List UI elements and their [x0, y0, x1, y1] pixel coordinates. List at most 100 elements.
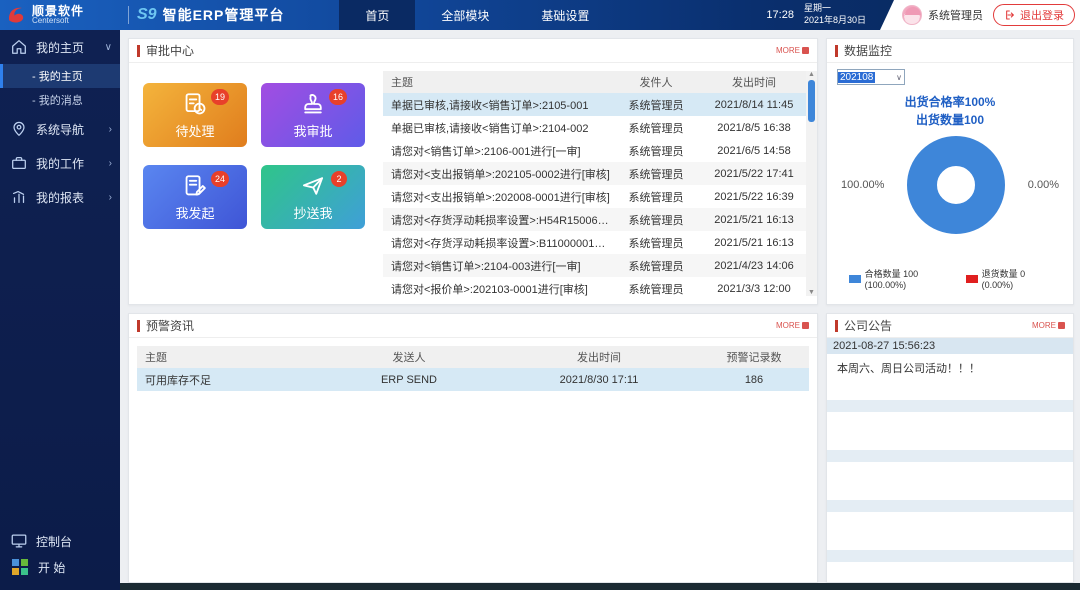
- row-time: 2021/8/5 16:38: [702, 122, 806, 134]
- scroll-down-icon[interactable]: ▼: [808, 289, 815, 296]
- tab-base-settings[interactable]: 基础设置: [515, 0, 615, 30]
- row-sender: 系统管理员: [610, 258, 702, 274]
- tile-initiated-by-me[interactable]: 24 我发起: [143, 165, 247, 229]
- tab-home[interactable]: 首页: [339, 0, 415, 30]
- header-accent: [835, 45, 838, 57]
- sidebar-subitem-label: - 我的主页: [32, 68, 83, 84]
- more-label: MORE: [776, 46, 800, 55]
- username: 系统管理员: [928, 7, 983, 23]
- notices-panel-title: 公司公告: [844, 317, 892, 334]
- sidebar-item-label: 我的工作: [36, 155, 84, 172]
- console-button[interactable]: 控制台: [0, 528, 120, 554]
- period-select[interactable]: 202108 ∨: [837, 69, 905, 85]
- tile-label: 待处理: [175, 121, 214, 140]
- weekday: 星期一: [804, 3, 866, 15]
- sidebar-subitem-my-messages[interactable]: - 我的消息: [0, 88, 120, 112]
- alerts-table-header: 主题 发送人 发出时间 预警记录数: [137, 346, 809, 368]
- col-subject: 主题: [137, 349, 319, 365]
- user-avatar[interactable]: [902, 5, 922, 25]
- centersoft-swirl-icon: [6, 4, 28, 26]
- chart-legend: 合格数量 100 (100.00%) 退货数量 0 (0.00%): [837, 267, 1063, 290]
- sidebar-subitem-label: - 我的消息: [32, 92, 83, 108]
- chevron-right-icon: ›: [109, 158, 112, 169]
- initiated-count-badge: 24: [211, 171, 229, 187]
- tile-pending[interactable]: 19 待处理: [143, 83, 247, 147]
- pass-rate-text: 出货合格率100%: [837, 93, 1063, 111]
- row-subject: 请您对<存货浮动耗损率设置>:B11000001进行[审核]: [383, 235, 610, 251]
- notices-more-link[interactable]: MORE: [1032, 321, 1065, 330]
- row-time: 2021/5/22 17:41: [702, 168, 806, 180]
- row-sender: 系统管理员: [610, 212, 702, 228]
- table-row[interactable]: 请您对<销售订单>:2104-003进行[一审] 系统管理员 2021/4/23…: [383, 254, 806, 277]
- header-accent: [137, 45, 140, 57]
- bottom-dark-strip: [120, 583, 1080, 590]
- approval-tiles: 19 待处理 16 我审批: [143, 83, 365, 296]
- row-subject: 请您对<报价单>:202103-0001进行[审核]: [383, 281, 610, 297]
- row-time: 2021/5/22 16:39: [702, 191, 806, 203]
- alerts-panel: 预警资讯 MORE 主题 发送人 发出时间 预警记录数 可用库存不足 ERP S…: [128, 313, 818, 583]
- tab-all-modules[interactable]: 全部模块: [415, 0, 515, 30]
- start-button[interactable]: 开 始: [0, 554, 120, 580]
- table-row[interactable]: 请您对<支出报销单>:202008-0001进行[审核] 系统管理员 2021/…: [383, 185, 806, 208]
- row-time: 2021/8/30 17:11: [499, 374, 699, 386]
- ship-qty-text: 出货数量100: [837, 111, 1063, 129]
- top-bar: 顺景软件 Centersoft S9 智能ERP管理平台 首页 全部模块 基础设…: [0, 0, 1080, 30]
- monitor-icon: [10, 532, 28, 550]
- row-sender: 系统管理员: [610, 166, 702, 182]
- more-label: MORE: [1032, 321, 1056, 330]
- row-sender: ERP SEND: [319, 374, 499, 386]
- tile-label: 我审批: [293, 121, 332, 140]
- alerts-more-link[interactable]: MORE: [776, 321, 809, 330]
- row-time: 2021/4/23 14:06: [702, 260, 806, 272]
- scroll-up-icon[interactable]: ▲: [808, 71, 815, 78]
- date-block: 星期一 2021年8月30日: [804, 3, 866, 26]
- pending-count-badge: 19: [211, 89, 229, 105]
- tile-my-approvals[interactable]: 16 我审批: [261, 83, 365, 147]
- legend-label: 退货数量 0 (0.00%): [982, 267, 1051, 290]
- sidebar-item-label: 我的报表: [36, 189, 84, 206]
- more-icon: [1058, 322, 1065, 329]
- sidebar-item-my-reports[interactable]: 我的报表 ›: [0, 180, 120, 214]
- row-count: 186: [699, 374, 809, 386]
- table-row[interactable]: 请您对<支出报销单>:202105-0002进行[审核] 系统管理员 2021/…: [383, 162, 806, 185]
- table-row[interactable]: 请您对<存货浮动耗损率设置>:H54R15006002进行[审核] 系统管理员 …: [383, 208, 806, 231]
- approval-panel-title: 审批中心: [146, 42, 194, 59]
- notice-empty-slot: [827, 462, 1073, 488]
- more-icon: [802, 47, 809, 54]
- table-row[interactable]: 单据已审核,请接收<销售订单>:2105-001 系统管理员 2021/8/14…: [383, 93, 806, 116]
- approval-center-panel: 审批中心 MORE 19 待处理: [128, 38, 818, 305]
- sidebar-item-label: 系统导航: [36, 121, 84, 138]
- notice-timestamp: 2021-08-27 15:56:23: [827, 338, 1073, 354]
- table-row[interactable]: 请您对<报价单>:202103-0001进行[审核] 系统管理员 2021/3/…: [383, 277, 806, 300]
- tile-cc-to-me[interactable]: 2 抄送我: [261, 165, 365, 229]
- product-title: 智能ERP管理平台: [163, 5, 285, 25]
- row-subject: 请您对<销售订单>:2104-003进行[一审]: [383, 258, 610, 274]
- row-sender: 系统管理员: [610, 281, 702, 297]
- header-accent: [137, 320, 140, 332]
- legend-swatch-blue: [849, 275, 861, 283]
- table-row[interactable]: 请您对<销售订单>:2106-001进行[一审] 系统管理员 2021/6/5 …: [383, 139, 806, 162]
- chevron-down-icon: ∨: [896, 73, 904, 82]
- row-sender: 系统管理员: [610, 97, 702, 113]
- logout-button[interactable]: 退出登录: [993, 4, 1075, 26]
- tile-label: 抄送我: [293, 203, 332, 222]
- sidebar-item-label: 我的主页: [36, 39, 84, 56]
- table-row[interactable]: 可用库存不足 ERP SEND 2021/8/30 17:11 186: [137, 368, 809, 391]
- stamp-icon: [300, 91, 326, 117]
- table-row[interactable]: 单据已审核,请接收<销售订单>:2104-002 系统管理员 2021/8/5 …: [383, 116, 806, 139]
- row-time: 2021/8/14 11:45: [702, 99, 806, 111]
- table-row[interactable]: 请您对<存货浮动耗损率设置>:B11000001进行[审核] 系统管理员 202…: [383, 231, 806, 254]
- approval-panel-header: 审批中心 MORE: [129, 39, 817, 63]
- notice-content[interactable]: 本周六、周日公司活动！！！: [827, 354, 1073, 388]
- approval-scrollbar[interactable]: ▲ ▼: [806, 71, 817, 296]
- sidebar-item-my-home[interactable]: 我的主页 ∨: [0, 30, 120, 64]
- chevron-right-icon: ›: [109, 124, 112, 135]
- sidebar-item-my-work[interactable]: 我的工作 ›: [0, 146, 120, 180]
- notice-empty-bar: [827, 400, 1073, 412]
- sidebar-subitem-my-home[interactable]: - 我的主页: [0, 64, 120, 88]
- clock-time: 17:28: [766, 9, 794, 21]
- sidebar-item-system-nav[interactable]: 系统导航 ›: [0, 112, 120, 146]
- scrollbar-thumb[interactable]: [808, 80, 815, 122]
- monitor-panel-title: 数据监控: [844, 42, 892, 59]
- approval-more-link[interactable]: MORE: [776, 46, 809, 55]
